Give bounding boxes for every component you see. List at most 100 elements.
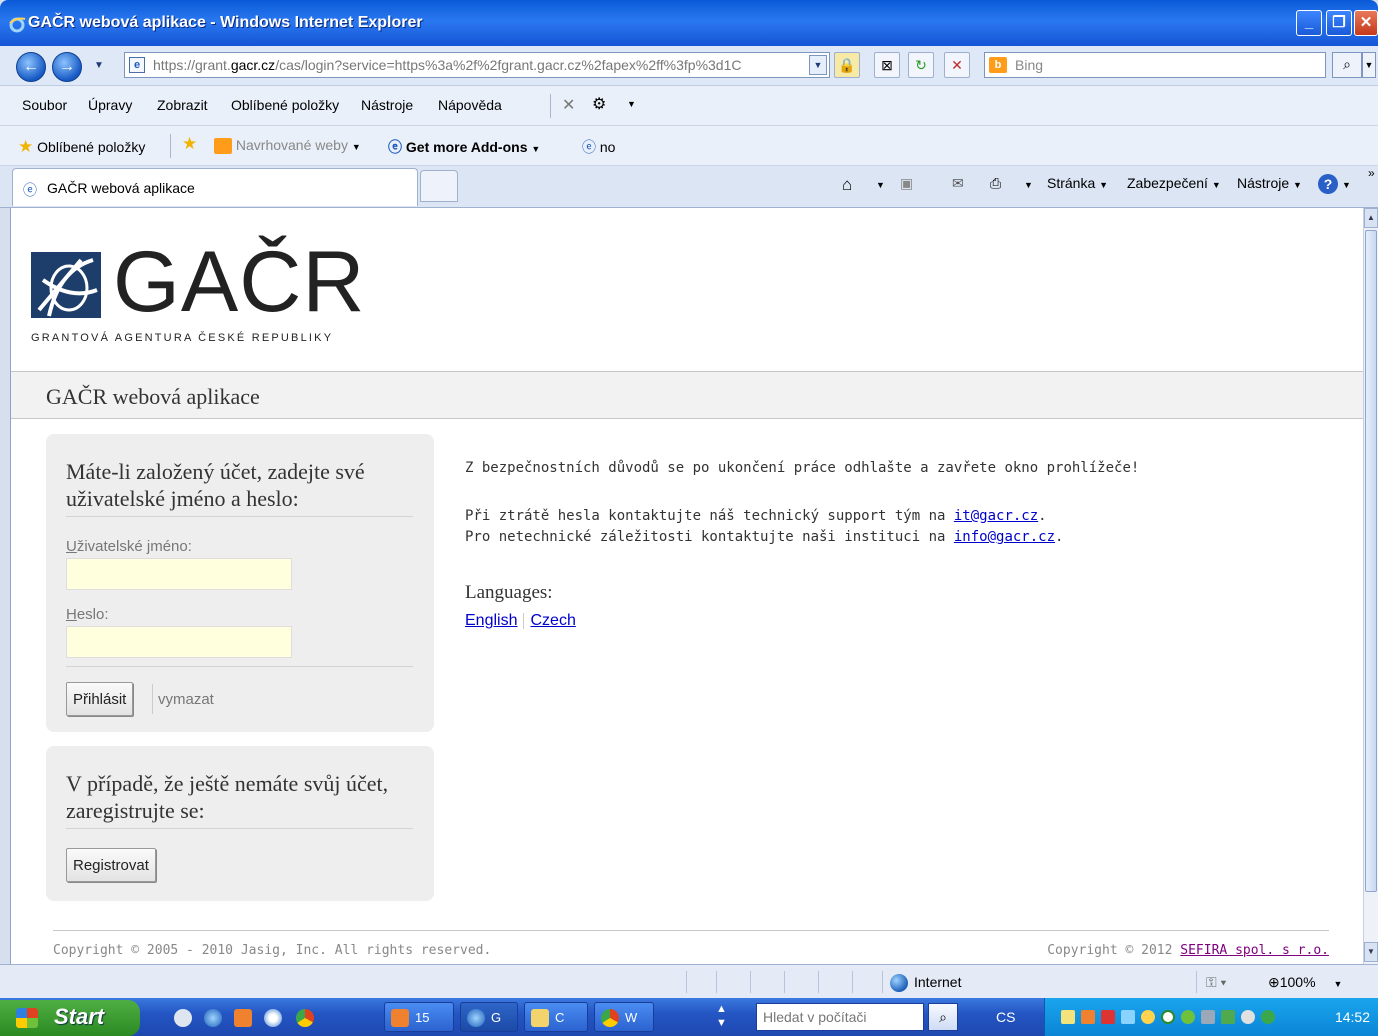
register-panel: V případě, že ještě nemáte svůj účet, za…: [46, 746, 434, 901]
minimize-button[interactable]: _: [1296, 10, 1322, 36]
password-input[interactable]: [66, 626, 292, 658]
home-icon[interactable]: ⌂: [842, 175, 852, 195]
address-input[interactable]: e https://grant.gacr.cz/cas/login?servic…: [124, 52, 830, 78]
tray-display-icon[interactable]: [1201, 1010, 1215, 1024]
zoom-control[interactable]: ⊕100% ▼: [1268, 974, 1342, 991]
recent-pages-dropdown[interactable]: ▼: [94, 60, 104, 71]
star-icon: ★: [18, 137, 34, 156]
vertical-scrollbar[interactable]: ▲ ▼: [1363, 208, 1378, 964]
help-dropdown[interactable]: ▼: [1342, 180, 1351, 190]
task-folder-icon: [531, 1009, 549, 1027]
taskbar-scroll-arrows[interactable]: ▲ ▼: [716, 1002, 727, 1030]
protected-mode-icon[interactable]: ⚿ ▾: [1206, 974, 1226, 991]
menu-soubor[interactable]: Soubor: [22, 97, 67, 113]
task-button-ie[interactable]: G: [460, 1002, 518, 1032]
address-dropdown-icon[interactable]: ▼: [809, 55, 827, 75]
tray-network-icon[interactable]: [1121, 1010, 1135, 1024]
close-window-button[interactable]: ✕: [1354, 10, 1378, 36]
search-options-dropdown[interactable]: ▼: [1362, 52, 1376, 78]
taskbar: Start 15 G C W ▲ ▼ Hledat v počítači ⌕ CS…: [0, 998, 1378, 1036]
task-button-chrome[interactable]: W: [594, 1002, 654, 1032]
page-viewport: GAČR GRANTOVÁ AGENTURA ČESKÉ REPUBLIKY G…: [10, 208, 1363, 964]
quicklaunch-ie-icon[interactable]: [204, 1009, 222, 1027]
tray-app-icon[interactable]: [1081, 1010, 1095, 1024]
get-addons-link[interactable]: ⓔ Get more Add-ons ▼: [388, 137, 540, 157]
menu-oblibene[interactable]: Oblíbené položky: [231, 97, 339, 113]
mail-icon[interactable]: ✉: [952, 175, 964, 192]
addon-dropdown-icon[interactable]: ▼: [627, 99, 636, 109]
favorites-label: Oblíbené položky: [37, 139, 146, 155]
print-dropdown[interactable]: ▼: [1024, 180, 1033, 190]
tray-acrobat-icon[interactable]: [1101, 1010, 1115, 1024]
tray-sync-icon[interactable]: [1241, 1010, 1255, 1024]
tray-user-icon[interactable]: [1181, 1010, 1195, 1024]
stop-icon[interactable]: ✕: [944, 52, 970, 78]
windows-flag-icon: [16, 1008, 38, 1028]
tab-active[interactable]: ⓔ GAČR webová aplikace: [12, 168, 418, 206]
more-chevron-icon[interactable]: »: [1368, 166, 1375, 180]
sefira-link[interactable]: SEFIRA spol. s r.o.: [1180, 943, 1329, 958]
suggested-sites-link[interactable]: Navrhované weby ▼: [214, 137, 361, 155]
menu-upravy[interactable]: Úpravy: [88, 97, 132, 113]
search-input[interactable]: b Bing: [984, 52, 1326, 78]
tray-update-icon[interactable]: [1261, 1010, 1275, 1024]
task-button-15[interactable]: 15: [384, 1002, 454, 1032]
task-button-folder[interactable]: C: [524, 1002, 588, 1032]
help-icon[interactable]: ?: [1318, 174, 1338, 194]
czech-link[interactable]: Czech: [530, 612, 575, 629]
security-zone[interactable]: Internet: [890, 974, 962, 993]
menu-nastroje[interactable]: Nástroje: [361, 97, 413, 113]
zoom-value: 100%: [1279, 974, 1316, 990]
login-button[interactable]: Přihlásit: [66, 682, 134, 716]
scroll-thumb[interactable]: [1365, 230, 1377, 892]
status-divider: [716, 971, 717, 993]
english-link[interactable]: English: [465, 612, 517, 629]
menu-zobrazit[interactable]: Zobrazit: [157, 97, 208, 113]
clear-link[interactable]: vymazat: [158, 691, 214, 708]
scroll-up-arrow[interactable]: ▲: [1364, 208, 1378, 228]
status-divider: [882, 971, 883, 993]
globe-icon: [890, 974, 908, 993]
register-button[interactable]: Registrovat: [66, 848, 156, 882]
compatibility-view-icon[interactable]: ⊠: [874, 52, 900, 78]
search-icon[interactable]: ⌕: [1332, 52, 1362, 78]
forward-button[interactable]: →: [52, 52, 82, 82]
page-menu[interactable]: Stránka ▼: [1047, 175, 1108, 191]
desktop-search-input[interactable]: Hledat v počítači: [756, 1003, 924, 1031]
tools-menu[interactable]: Nástroje ▼: [1237, 175, 1302, 191]
quicklaunch-chrome-icon[interactable]: [296, 1009, 314, 1027]
username-input[interactable]: [66, 558, 292, 590]
add-favorite-icon[interactable]: ★: [182, 134, 197, 154]
info-email-link[interactable]: info@gacr.cz: [954, 529, 1055, 545]
safety-menu[interactable]: Zabezpečení ▼: [1127, 175, 1221, 191]
tray-bulb-icon[interactable]: [1141, 1010, 1155, 1024]
close-menu-x-icon[interactable]: ✕: [562, 95, 575, 115]
favorite-link-no[interactable]: ⓔ no: [582, 137, 615, 157]
quicklaunch-media-icon[interactable]: [264, 1009, 282, 1027]
status-divider: [852, 971, 853, 993]
desktop-search-icon[interactable]: ⌕: [928, 1003, 958, 1031]
menu-napoveda[interactable]: Nápověda: [438, 97, 502, 113]
language-indicator[interactable]: CS: [996, 1009, 1015, 1025]
home-dropdown[interactable]: ▼: [876, 180, 885, 190]
quicklaunch-desktop-icon[interactable]: [174, 1009, 192, 1027]
tray-mail-icon[interactable]: [1061, 1010, 1075, 1024]
print-icon[interactable]: ⎙: [990, 175, 1001, 192]
clock[interactable]: 14:52: [1335, 1009, 1370, 1025]
url-prefix: https://grant.: [153, 57, 231, 73]
new-tab-button[interactable]: [420, 170, 458, 202]
start-button[interactable]: Start: [0, 1000, 140, 1036]
tray-volume-icon[interactable]: [1221, 1010, 1235, 1024]
it-email-link[interactable]: it@gacr.cz: [954, 508, 1038, 524]
refresh-icon[interactable]: ↻: [908, 52, 934, 78]
back-button[interactable]: ←: [16, 52, 46, 82]
restore-button[interactable]: ❐: [1326, 10, 1352, 36]
addon-gear-icon[interactable]: ⚙: [592, 94, 606, 114]
tray-status-icon[interactable]: [1161, 1010, 1175, 1024]
scroll-down-arrow[interactable]: ▼: [1364, 942, 1378, 962]
feeds-icon[interactable]: ▣: [900, 175, 913, 192]
favorites-button[interactable]: ★ Oblíbené položky: [18, 137, 145, 157]
lock-icon[interactable]: 🔒: [834, 52, 860, 78]
quicklaunch-app-icon[interactable]: [234, 1009, 252, 1027]
zone-label: Internet: [914, 974, 962, 990]
